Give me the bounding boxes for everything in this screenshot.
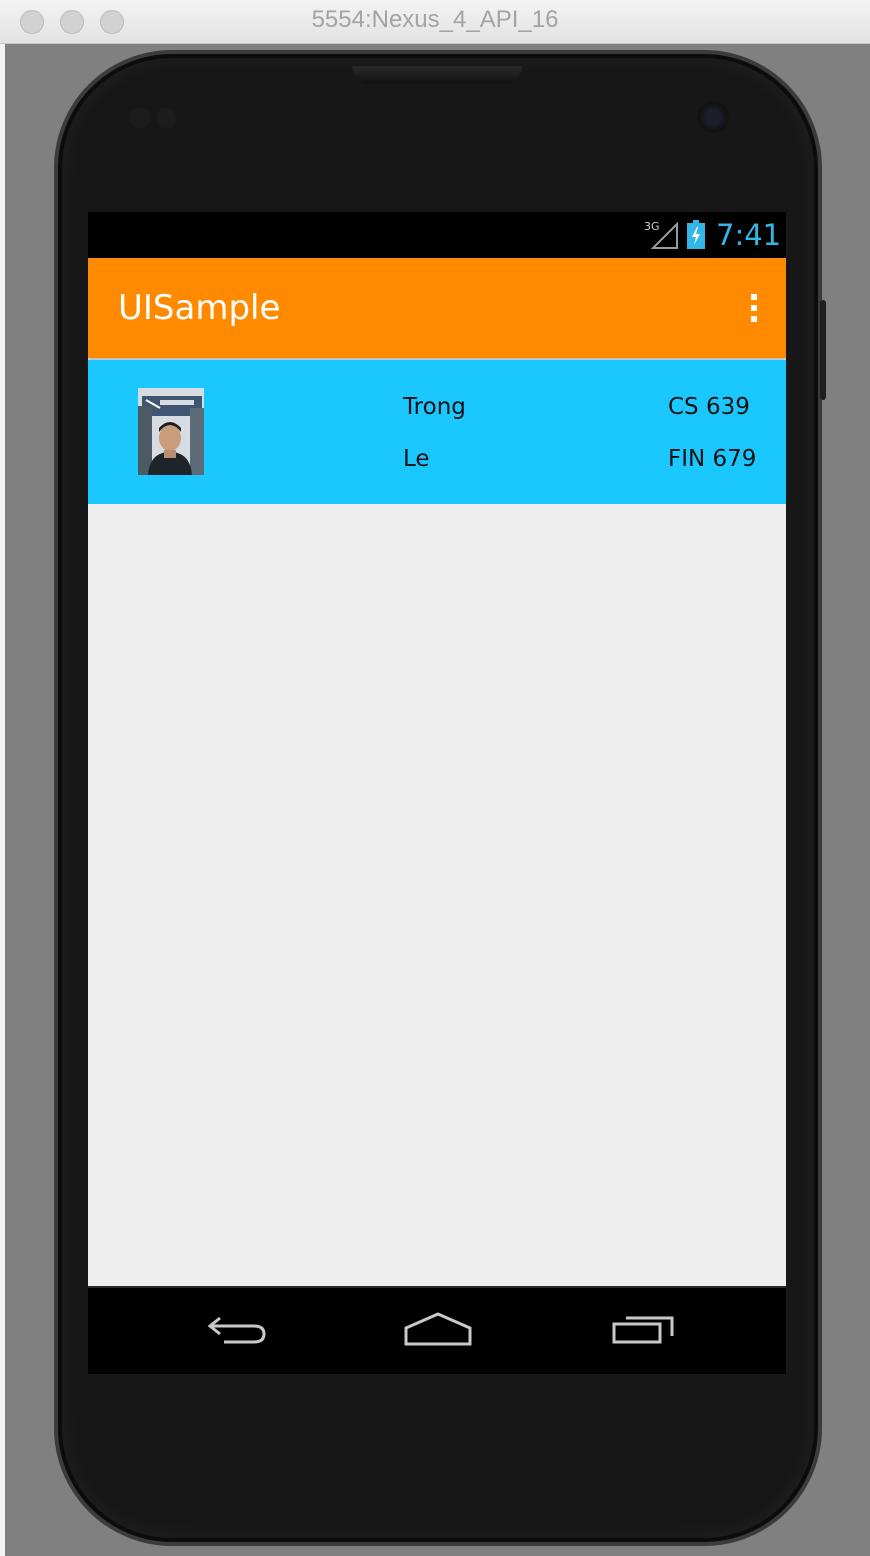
power-button[interactable] [820,300,826,400]
background-window-edge [0,44,5,1556]
person-photo-icon [138,388,204,475]
home-icon [404,1312,472,1346]
course-2-text: FIN 679 [668,446,757,472]
recent-apps-button[interactable] [606,1308,682,1356]
signal-strength-icon [650,222,678,249]
device-screen: 3G 7:41 UISample Trong Le CS 639 FIN 679 [88,212,786,1374]
action-bar: UISample [88,258,786,358]
status-bar: 3G 7:41 [88,212,786,258]
last-name-text: Le [403,446,430,472]
status-clock: 7:41 [716,218,782,252]
home-button[interactable] [400,1308,476,1356]
list-item[interactable]: Trong Le CS 639 FIN 679 [88,360,786,504]
course-1-text: CS 639 [668,394,750,420]
overflow-menu-button[interactable] [732,286,776,330]
navigation-bar [88,1286,786,1374]
profile-photo [138,388,204,475]
light-sensor [156,108,176,128]
back-button[interactable] [196,1308,272,1356]
proximity-sensor [130,108,150,128]
front-camera [697,101,729,133]
first-name-text: Trong [403,394,466,420]
recent-apps-icon [612,1316,674,1344]
back-icon [207,1316,266,1344]
emulator-title-bar: 5554:Nexus_4_API_16 [0,0,870,44]
earpiece-speaker [352,66,522,84]
window-title: 5554:Nexus_4_API_16 [311,6,559,33]
app-title: UISample [118,288,281,328]
battery-charging-icon [687,220,705,249]
